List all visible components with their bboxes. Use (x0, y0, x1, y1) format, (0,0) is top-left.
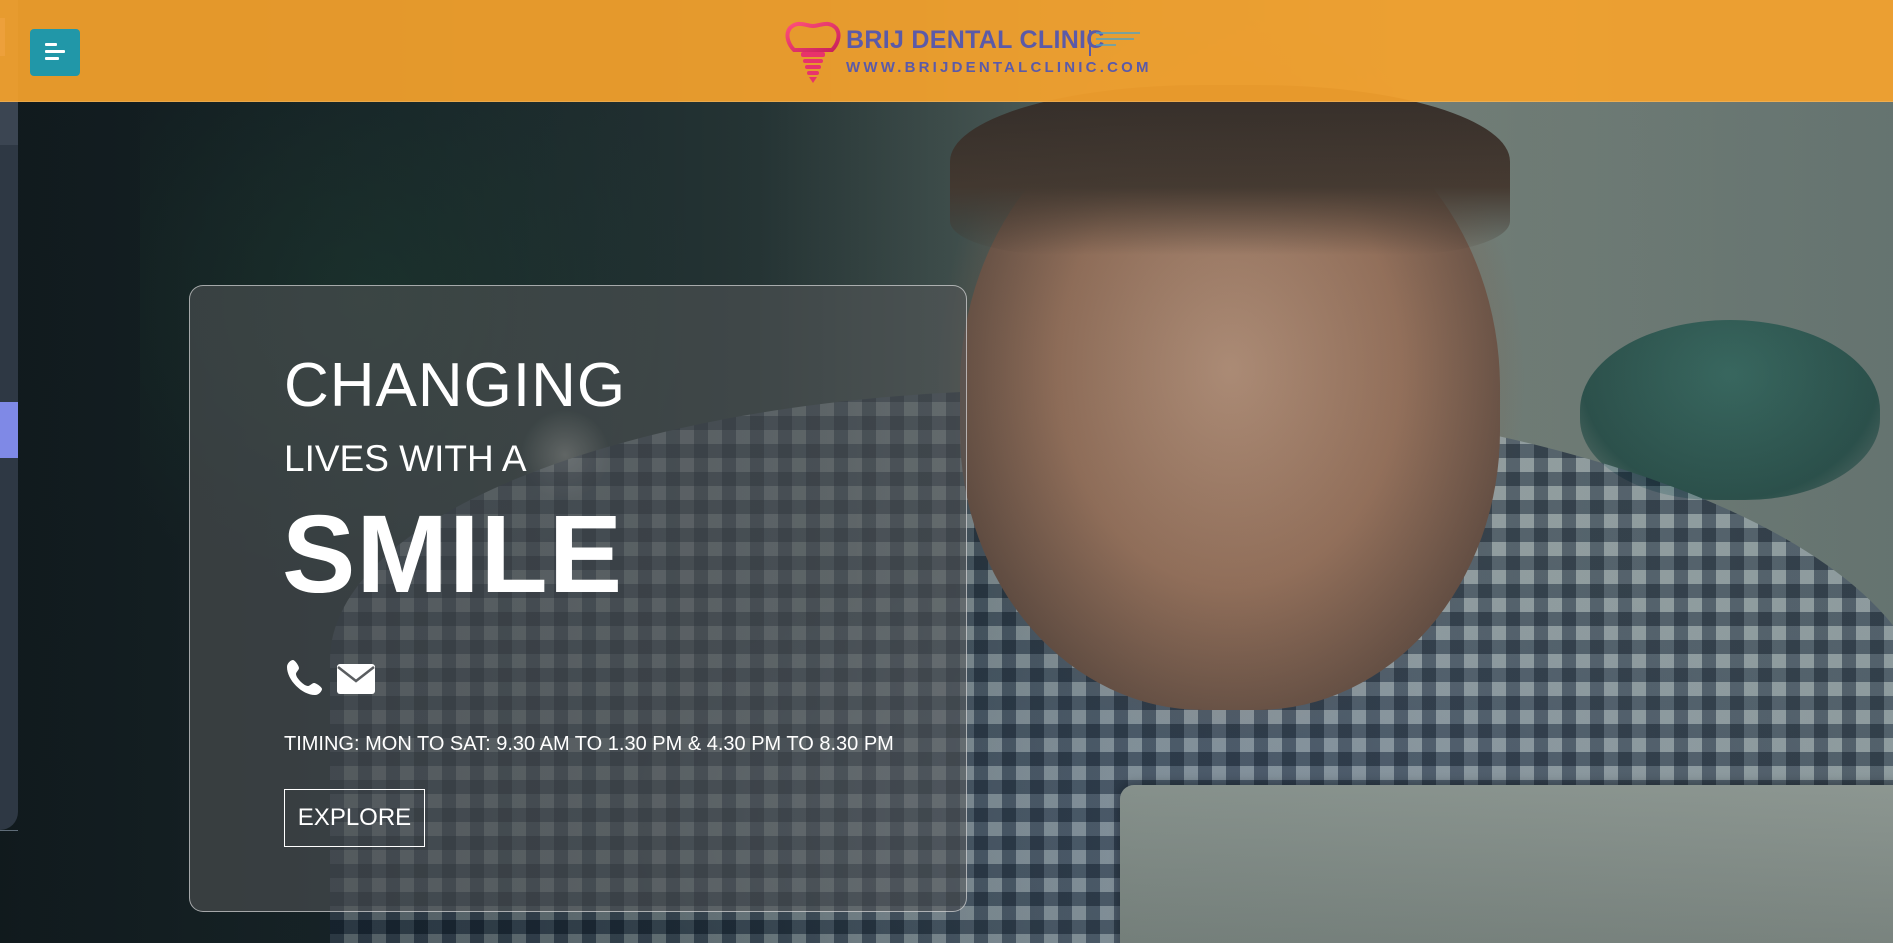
side-panel-strip[interactable] (0, 0, 18, 830)
menu-icon-line (45, 57, 59, 60)
menu-icon (45, 43, 57, 46)
hero-heading-line3: SMILE (282, 493, 624, 616)
side-panel-tab-active[interactable] (0, 402, 18, 458)
logo-tagline-graphic (1096, 32, 1140, 46)
logo-divider (1089, 30, 1091, 56)
hero-heading-line2: LIVES WITH A (284, 438, 527, 479)
logo-name: BRIJ DENTAL CLINIC (846, 26, 1105, 54)
explore-button[interactable]: EXPLORE (284, 789, 425, 847)
menu-button[interactable] (30, 29, 80, 76)
tooth-implant-icon (785, 21, 841, 83)
menu-icon-line (45, 50, 65, 53)
side-panel-divider (0, 830, 18, 831)
logo-url: WWW.BRIJDENTALCLINIC.COM (846, 59, 1152, 76)
hero-heading-line1: CHANGING (284, 351, 627, 420)
site-header: BRIJ DENTAL CLINIC WWW.BRIJDENTALCLINIC.… (0, 0, 1893, 102)
mail-icon[interactable] (337, 664, 375, 694)
site-logo[interactable]: BRIJ DENTAL CLINIC WWW.BRIJDENTALCLINIC.… (784, 20, 1164, 84)
phone-icon[interactable] (284, 658, 324, 698)
hero-card: CHANGING LIVES WITH A SMILE TIMING: MON … (189, 285, 967, 912)
clinic-timing: TIMING: MON TO SAT: 9.30 AM TO 1.30 PM &… (284, 733, 894, 755)
